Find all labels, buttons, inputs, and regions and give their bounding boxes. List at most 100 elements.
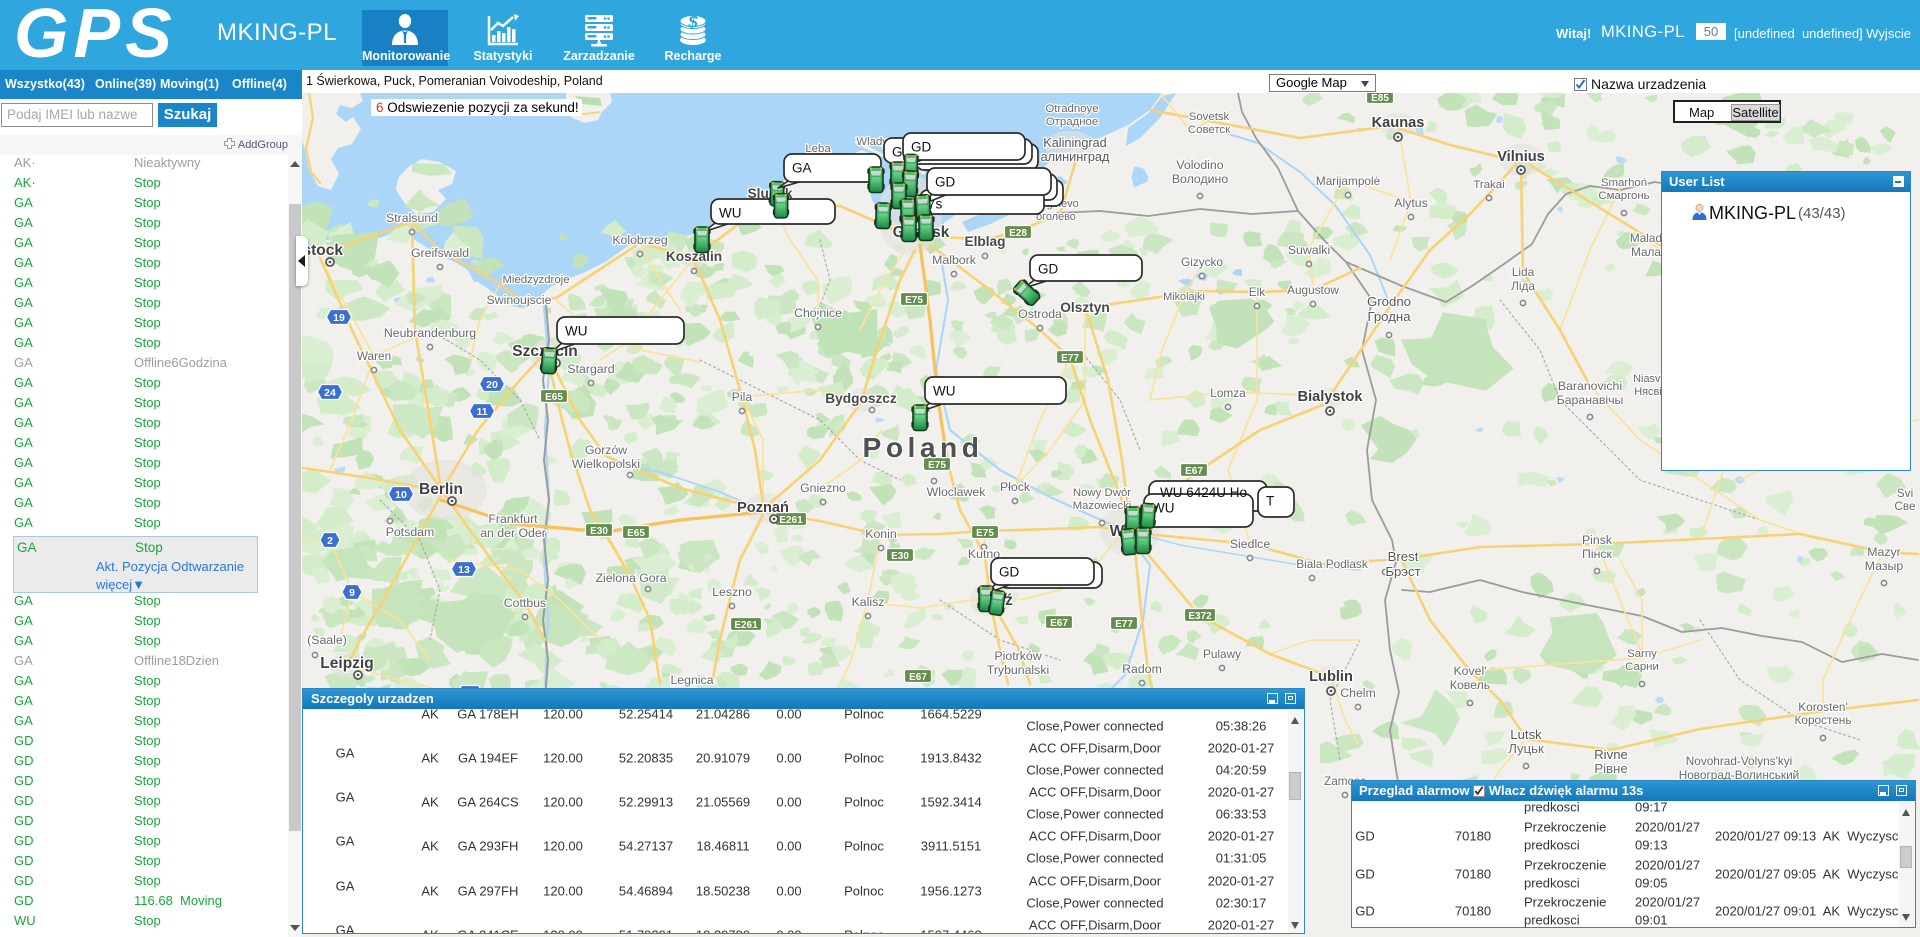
svg-text:WU: WU bbox=[933, 384, 956, 399]
svg-text:E77: E77 bbox=[1115, 619, 1133, 630]
svg-text:Koszalin: Koszalin bbox=[666, 249, 722, 264]
svg-text:Stargard: Stargard bbox=[567, 362, 614, 376]
svg-text:E261: E261 bbox=[779, 515, 803, 526]
svg-text:Legnica: Legnica bbox=[670, 673, 713, 687]
svg-text:Waren: Waren bbox=[357, 349, 391, 363]
svg-text:Гродна: Гродна bbox=[1367, 309, 1411, 324]
svg-text:E75: E75 bbox=[976, 528, 994, 539]
svg-text:Grodno: Grodno bbox=[1367, 294, 1411, 309]
svg-text:E372: E372 bbox=[1188, 611, 1212, 622]
svg-text:Kaliningrad: Kaliningrad bbox=[1043, 136, 1106, 150]
svg-text:Olsztyn: Olsztyn bbox=[1060, 300, 1109, 315]
svg-text:Malbork: Malbork bbox=[932, 253, 977, 267]
svg-text:E67: E67 bbox=[1050, 618, 1068, 629]
svg-text:GD: GD bbox=[911, 140, 932, 155]
svg-text:Kaunas: Kaunas bbox=[1372, 115, 1425, 131]
svg-text:E30: E30 bbox=[590, 526, 608, 537]
svg-text:Советск: Советск bbox=[1188, 124, 1231, 136]
svg-text:2: 2 bbox=[327, 535, 333, 547]
svg-text:Bydgoszcz: Bydgoszcz bbox=[825, 391, 897, 406]
svg-text:Volodino: Volodino bbox=[1176, 158, 1223, 172]
svg-text:Malad: Malad bbox=[1630, 231, 1662, 245]
svg-text:Kovel': Kovel' bbox=[1453, 664, 1486, 678]
svg-text:Leszno: Leszno bbox=[712, 585, 752, 599]
svg-text:24: 24 bbox=[324, 387, 336, 399]
svg-text:Biala Podlask: Biala Podlask bbox=[1296, 557, 1368, 571]
svg-text:алининград: алининград bbox=[1041, 150, 1110, 164]
svg-text:Swinoujscie: Swinoujscie bbox=[487, 293, 552, 307]
svg-text:Nowy Dwór: Nowy Dwór bbox=[1073, 487, 1131, 499]
svg-text:Chojnice: Chojnice bbox=[794, 306, 842, 320]
svg-text:Lutsk: Lutsk bbox=[1510, 727, 1542, 742]
svg-text:Płock: Płock bbox=[1000, 480, 1031, 494]
svg-text:Mazowiecki: Mazowiecki bbox=[1073, 500, 1132, 512]
svg-text:Marijampolė: Marijampolė bbox=[1316, 174, 1381, 188]
svg-text:WU: WU bbox=[565, 324, 588, 339]
svg-text:(Saale): (Saale) bbox=[307, 633, 347, 647]
svg-text:E85: E85 bbox=[1371, 93, 1389, 104]
svg-text:Siedlce: Siedlce bbox=[1230, 537, 1270, 551]
svg-text:Miedzyzdroje: Miedzyzdroje bbox=[502, 274, 569, 286]
svg-text:Bialystok: Bialystok bbox=[1298, 389, 1364, 405]
svg-text:Leipzig: Leipzig bbox=[320, 655, 373, 672]
svg-text:Poznań: Poznań bbox=[737, 500, 789, 516]
svg-text:Suwalki: Suwalki bbox=[1288, 243, 1330, 257]
svg-text:WU: WU bbox=[719, 206, 742, 221]
svg-text:E65: E65 bbox=[627, 528, 645, 539]
svg-text:Ковель: Ковель bbox=[1450, 678, 1490, 692]
svg-text:Pinsk: Pinsk bbox=[1582, 533, 1613, 547]
svg-text:Trakai: Trakai bbox=[1473, 179, 1504, 191]
svg-text:GA: GA bbox=[792, 161, 812, 176]
svg-text:Рівне: Рівне bbox=[1594, 761, 1627, 776]
svg-text:an der Oder: an der Oder bbox=[480, 526, 546, 540]
svg-text:Ліда: Ліда bbox=[1511, 279, 1535, 293]
svg-text:Smarhoń: Smarhoń bbox=[1601, 177, 1647, 189]
svg-text:Сарни: Сарни bbox=[1625, 661, 1659, 673]
svg-text:Баранавічы: Баранавічы bbox=[1557, 393, 1624, 407]
svg-text:E28: E28 bbox=[1009, 228, 1027, 239]
svg-text:Svi: Svi bbox=[1897, 486, 1913, 500]
svg-text:Gizycko: Gizycko bbox=[1181, 255, 1223, 269]
svg-text:Novohrad-Volyns'kyi: Novohrad-Volyns'kyi bbox=[1686, 754, 1793, 768]
svg-text:Mikolajki: Mikolajki bbox=[1163, 291, 1205, 303]
svg-text:Stralsund: Stralsund bbox=[386, 211, 438, 225]
svg-text:Отрадное: Отрадное bbox=[1046, 116, 1098, 128]
svg-text:WU 6424U Ho: WU 6424U Ho bbox=[1160, 485, 1247, 500]
svg-text:E75: E75 bbox=[905, 295, 923, 306]
svg-text:Neubrandenburg: Neubrandenburg bbox=[384, 326, 476, 340]
svg-text:Pulawy: Pulawy bbox=[1203, 647, 1241, 661]
svg-text:Elk: Elk bbox=[1249, 285, 1265, 299]
svg-text:Sovetsk: Sovetsk bbox=[1189, 111, 1230, 123]
svg-text:Gniezno: Gniezno bbox=[800, 481, 846, 495]
svg-text:Berlin: Berlin bbox=[419, 481, 463, 498]
svg-text:GD: GD bbox=[935, 175, 956, 190]
svg-text:Мала: Мала bbox=[1631, 245, 1661, 259]
svg-text:Луцьк: Луцьк bbox=[1508, 741, 1544, 756]
svg-text:E261: E261 bbox=[734, 620, 758, 631]
svg-text:Radom: Radom bbox=[1122, 662, 1162, 676]
svg-text:Sarny: Sarny bbox=[1627, 648, 1657, 660]
svg-text:20: 20 bbox=[486, 379, 498, 391]
svg-text:13: 13 bbox=[458, 564, 470, 576]
svg-text:E30: E30 bbox=[891, 551, 909, 562]
svg-text:Lomza: Lomza bbox=[1210, 386, 1246, 400]
svg-text:Konin: Konin bbox=[865, 527, 897, 541]
svg-text:Rivne: Rivne bbox=[1594, 747, 1628, 762]
svg-text:$: $ bbox=[687, 13, 698, 32]
svg-text:Korosten': Korosten' bbox=[1798, 700, 1847, 714]
svg-text:Све: Све bbox=[1894, 499, 1916, 513]
svg-text:Augustow: Augustow bbox=[1287, 283, 1339, 297]
svg-text:Pila: Pila bbox=[732, 390, 753, 404]
svg-text:10: 10 bbox=[395, 489, 407, 501]
svg-text:Cottbus: Cottbus bbox=[504, 596, 546, 610]
svg-text:Poland: Poland bbox=[863, 431, 984, 463]
svg-text:Brest: Brest bbox=[1388, 549, 1419, 564]
svg-text:Elblag: Elblag bbox=[964, 234, 1005, 249]
svg-text:T: T bbox=[1266, 494, 1274, 509]
svg-text:Lublin: Lublin bbox=[1309, 669, 1353, 685]
svg-text:9: 9 bbox=[349, 587, 355, 599]
svg-text:Gorzów: Gorzów bbox=[585, 443, 627, 457]
svg-text:Frankfurt: Frankfurt bbox=[488, 512, 538, 526]
svg-text:Kolobrzeg: Kolobrzeg bbox=[612, 233, 668, 247]
svg-text:Otradnoye: Otradnoye bbox=[1045, 103, 1098, 115]
